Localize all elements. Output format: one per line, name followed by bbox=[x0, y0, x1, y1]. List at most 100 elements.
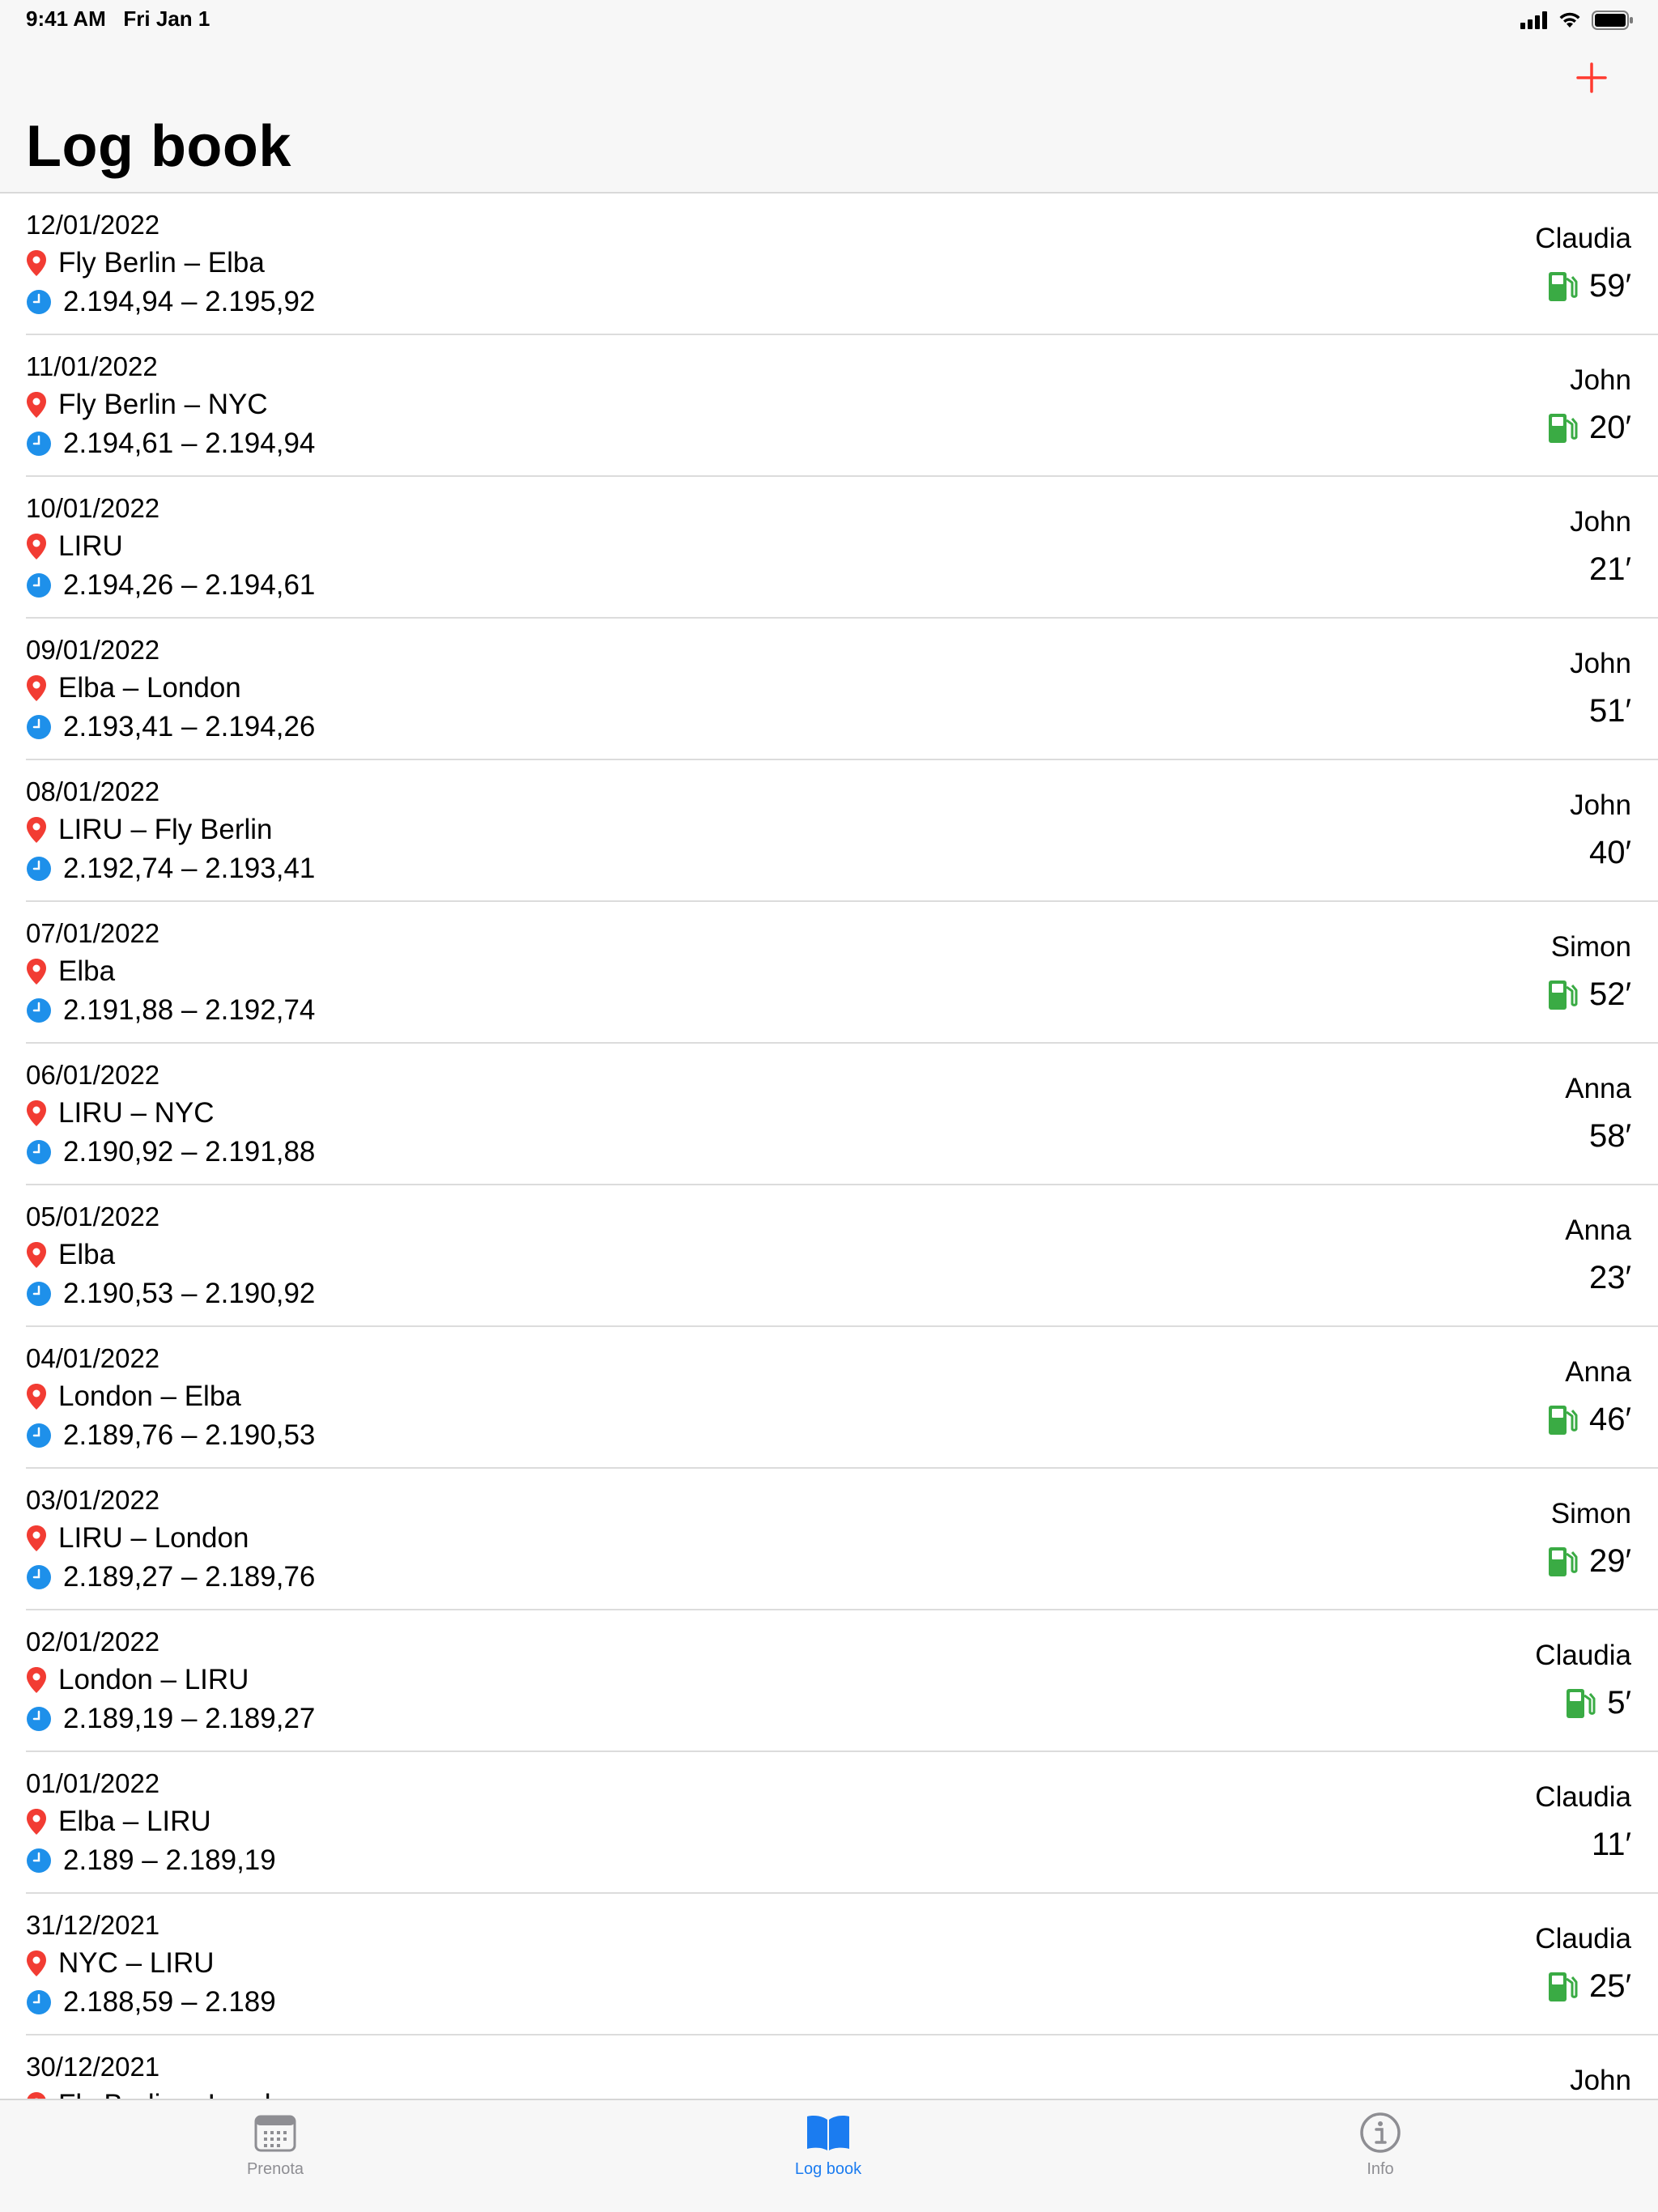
location-pin-icon bbox=[26, 816, 47, 844]
add-entry-button[interactable] bbox=[1569, 55, 1614, 100]
clock-icon bbox=[26, 431, 52, 457]
entry-duration: 59′ bbox=[1547, 268, 1631, 304]
entry-date: 11/01/2022 bbox=[26, 351, 158, 381]
entry-date: 31/12/2021 bbox=[26, 1910, 160, 1940]
clock-icon bbox=[26, 1281, 52, 1307]
entry-duration: 21′ bbox=[1589, 551, 1631, 588]
entry-duration-label: 21′ bbox=[1589, 551, 1631, 587]
log-entry-row[interactable]: 07/01/2022 Elba 2.191,88 – 2.192,74 Simon 52… bbox=[0, 902, 1658, 1044]
log-entry-row[interactable]: 09/01/2022 Elba – London 2.193,41 – 2.194,… bbox=[0, 619, 1658, 760]
location-pin-icon bbox=[26, 1666, 47, 1694]
status-bar: 9:41 AM Fri Jan 1 bbox=[0, 0, 1658, 42]
entry-hours-label: 2.190,53 – 2.190,92 bbox=[63, 1278, 316, 1309]
location-pin-icon bbox=[26, 1808, 47, 1836]
clock-icon bbox=[26, 1706, 52, 1732]
entry-route-label: Elba – London bbox=[58, 672, 241, 704]
entry-duration-label: 25′ bbox=[1589, 1968, 1631, 2004]
entry-date: 05/01/2022 bbox=[26, 1202, 160, 1231]
entry-duration-label: 29′ bbox=[1589, 1543, 1631, 1579]
signal-icon bbox=[1520, 11, 1547, 29]
entry-route: Elba bbox=[26, 955, 115, 988]
entry-route: Fly Berlin – NYC bbox=[26, 389, 268, 421]
entry-route-label: LIRU – London bbox=[58, 1522, 249, 1554]
clock-icon bbox=[26, 714, 52, 740]
entry-route-label: Fly Berlin – Elba bbox=[58, 247, 265, 279]
tab-prenota[interactable]: Prenota bbox=[154, 2100, 397, 2212]
entry-route: London – LIRU bbox=[26, 1664, 249, 1696]
page-title: Log book bbox=[26, 114, 291, 179]
entry-duration: 20′ bbox=[1547, 410, 1631, 446]
fuel-pump-icon bbox=[1547, 1404, 1578, 1436]
entry-pilot: Anna bbox=[1565, 1214, 1631, 1246]
entry-hours-label: 2.189,76 – 2.190,53 bbox=[63, 1419, 316, 1451]
entry-hours: 2.194,26 – 2.194,61 bbox=[26, 569, 315, 602]
log-entry-row[interactable]: 31/12/2021 NYC – LIRU 2.188,59 – 2.189 Clau… bbox=[0, 1894, 1658, 2035]
entry-pilot: Simon bbox=[1550, 931, 1631, 963]
log-entry-row[interactable]: 30/12/2021 Fly Berlin – London John bbox=[0, 2035, 1658, 2099]
clock-icon bbox=[26, 1139, 52, 1165]
entry-duration: 11′ bbox=[1592, 1827, 1631, 1863]
entry-date: 01/01/2022 bbox=[26, 1768, 160, 1798]
entry-hours: 2.189 – 2.189,19 bbox=[26, 1844, 276, 1877]
entry-pilot: Claudia bbox=[1535, 1640, 1631, 1671]
log-entry-row[interactable]: 01/01/2022 Elba – LIRU 2.189 – 2.189,19 Cla… bbox=[0, 1752, 1658, 1894]
clock-icon bbox=[26, 856, 52, 882]
wifi-icon bbox=[1559, 12, 1580, 28]
entry-date: 08/01/2022 bbox=[26, 776, 160, 806]
entry-duration-label: 51′ bbox=[1589, 693, 1631, 729]
log-entry-row[interactable]: 05/01/2022 Elba 2.190,53 – 2.190,92 Anna 23′ bbox=[0, 1185, 1658, 1327]
entry-date: 09/01/2022 bbox=[26, 635, 160, 665]
entry-pilot: Claudia bbox=[1535, 1781, 1631, 1813]
entry-route: NYC – LIRU bbox=[26, 1947, 215, 1980]
book-icon bbox=[804, 2110, 852, 2155]
log-entry-row[interactable]: 06/01/2022 LIRU – NYC 2.190,92 – 2.191,88 A… bbox=[0, 1044, 1658, 1185]
entry-pilot: Claudia bbox=[1535, 1923, 1631, 1955]
entry-hours-label: 2.194,26 – 2.194,61 bbox=[63, 569, 316, 601]
location-pin-icon bbox=[26, 674, 47, 702]
entry-pilot: John bbox=[1570, 506, 1631, 538]
entry-duration: 58′ bbox=[1589, 1118, 1631, 1155]
entry-duration-label: 5′ bbox=[1607, 1685, 1631, 1721]
log-entry-row[interactable]: 08/01/2022 LIRU – Fly Berlin 2.192,74 – 2.… bbox=[0, 760, 1658, 902]
entry-route: London – Elba bbox=[26, 1380, 241, 1413]
entry-hours-label: 2.188,59 – 2.189 bbox=[63, 1986, 276, 2018]
log-entry-row[interactable]: 12/01/2022 Fly Berlin – Elba 2.194,94 – 2.… bbox=[0, 194, 1658, 335]
entry-duration: 25′ bbox=[1547, 1968, 1631, 2005]
clock-icon bbox=[26, 1564, 52, 1590]
entry-hours-label: 2.190,92 – 2.191,88 bbox=[63, 1136, 316, 1168]
entry-route-label: Fly Berlin – London bbox=[58, 2089, 303, 2099]
tab-label: Info bbox=[1367, 2160, 1394, 2178]
location-pin-icon bbox=[26, 1525, 47, 1552]
entry-pilot: John bbox=[1570, 364, 1631, 396]
entry-route: LIRU – NYC bbox=[26, 1097, 215, 1129]
entry-route: Elba – London bbox=[26, 672, 241, 704]
entry-hours: 2.194,94 – 2.195,92 bbox=[26, 286, 315, 318]
entry-pilot: John bbox=[1570, 2065, 1631, 2096]
navigation-bar: Log book bbox=[0, 42, 1658, 194]
tab-label: Prenota bbox=[246, 2160, 304, 2178]
entry-hours-label: 2.192,74 – 2.193,41 bbox=[63, 853, 316, 884]
log-entry-list[interactable]: 12/01/2022 Fly Berlin – Elba 2.194,94 – 2.… bbox=[0, 194, 1658, 2099]
tab-bar: Prenota Log book Info bbox=[0, 2099, 1658, 2212]
entry-route: Elba bbox=[26, 1239, 115, 1271]
log-entry-row[interactable]: 11/01/2022 Fly Berlin – NYC 2.194,61 – 2.1… bbox=[0, 335, 1658, 477]
tab-info[interactable]: Info bbox=[1259, 2100, 1502, 2212]
entry-route-label: Elba – LIRU bbox=[58, 1806, 211, 1837]
log-entry-row[interactable]: 10/01/2022 LIRU 2.194,26 – 2.194,61 John 21′ bbox=[0, 477, 1658, 619]
entry-route: LIRU – London bbox=[26, 1522, 249, 1555]
entry-route-label: NYC – LIRU bbox=[58, 1947, 215, 1979]
entry-hours-label: 2.191,88 – 2.192,74 bbox=[63, 994, 316, 1026]
entry-route-label: London – LIRU bbox=[58, 1664, 249, 1695]
entry-date: 02/01/2022 bbox=[26, 1627, 160, 1657]
entry-hours-label: 2.193,41 – 2.194,26 bbox=[63, 711, 316, 742]
log-entry-row[interactable]: 02/01/2022 London – LIRU 2.189,19 – 2.189,… bbox=[0, 1610, 1658, 1752]
tab-log-book[interactable]: Log book bbox=[707, 2100, 950, 2212]
entry-route: Fly Berlin – London bbox=[26, 2089, 303, 2099]
entry-hours: 2.188,59 – 2.189 bbox=[26, 1986, 276, 2018]
entry-hours-label: 2.189 – 2.189,19 bbox=[63, 1844, 276, 1876]
log-entry-row[interactable]: 04/01/2022 London – Elba 2.189,76 – 2.190,… bbox=[0, 1327, 1658, 1469]
entry-route-label: Elba bbox=[58, 1239, 116, 1270]
entry-pilot: John bbox=[1570, 648, 1631, 679]
log-entry-row[interactable]: 03/01/2022 LIRU – London 2.189,27 – 2.189,… bbox=[0, 1469, 1658, 1610]
entry-route-label: LIRU – NYC bbox=[58, 1097, 215, 1129]
